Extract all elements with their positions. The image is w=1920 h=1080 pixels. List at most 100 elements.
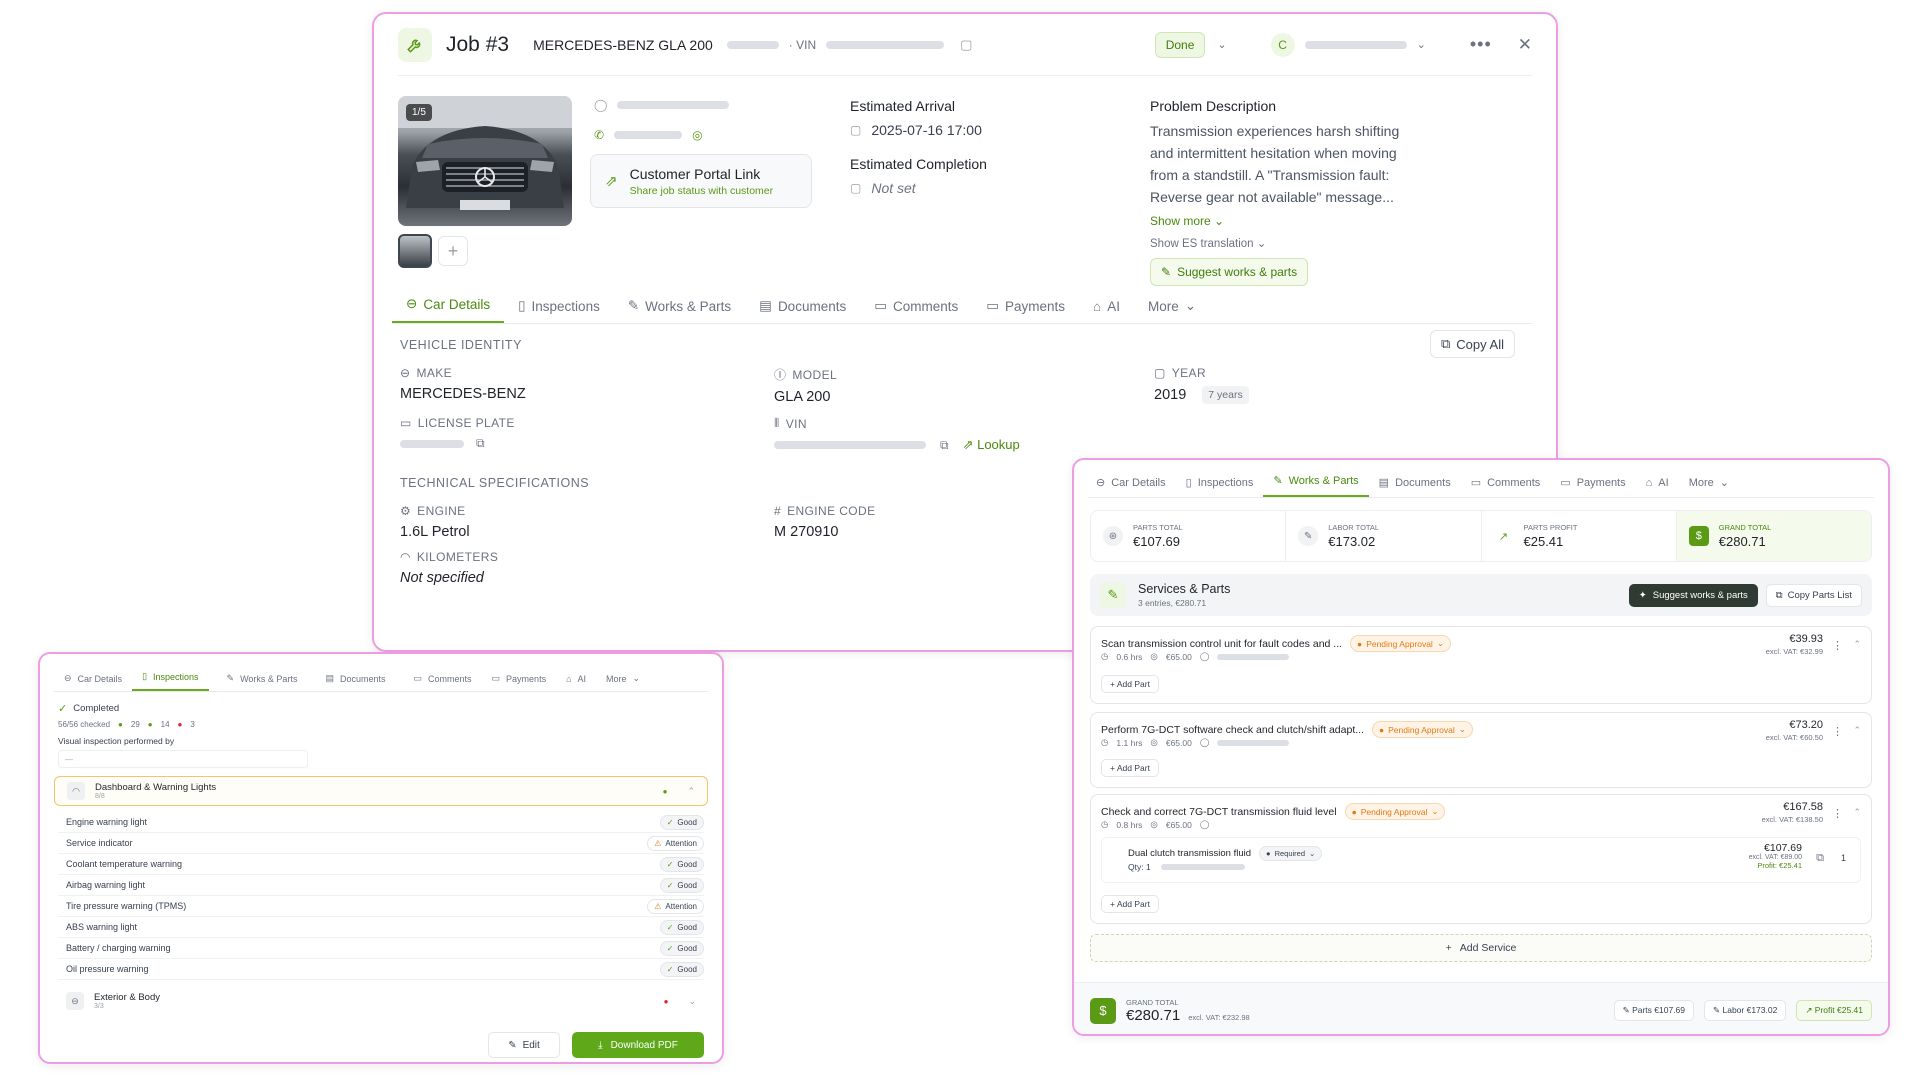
chevron-down-icon[interactable]: ⌄: [1417, 38, 1426, 51]
chevron-up-icon[interactable]: ⌃: [1853, 725, 1861, 736]
tab-payments[interactable]: ▭ Payments: [972, 298, 1079, 323]
lookup-link[interactable]: ⇗ Lookup: [963, 437, 1020, 453]
tab-more[interactable]: More ⌄: [596, 673, 650, 691]
service-item[interactable]: Scan transmission control unit for fault…: [1090, 626, 1872, 704]
tab-documents[interactable]: ▤ Documents: [745, 298, 860, 323]
calendar-icon[interactable]: ▢: [960, 37, 972, 53]
more-options-icon[interactable]: ⋮: [1832, 725, 1843, 738]
inspection-status-badge[interactable]: ⚠ Attention: [647, 898, 704, 914]
engine-code-value: M 270910: [774, 524, 839, 540]
part-item[interactable]: Dual clutch transmission fluid ● Required…: [1101, 837, 1861, 883]
inspection-row[interactable]: Airbag warning light ✓ Good: [58, 875, 704, 896]
suggest-works-button[interactable]: ✎ Suggest works & parts: [1150, 258, 1309, 286]
status-badge[interactable]: ● Pending Approval ⌄: [1344, 803, 1446, 820]
assignee-avatar[interactable]: C: [1270, 32, 1295, 57]
tab-payments[interactable]: ▭ Payments: [482, 673, 557, 691]
tab-works-parts[interactable]: ✎ Works & Parts: [614, 298, 745, 323]
copy-icon[interactable]: ⧉: [940, 438, 949, 453]
tab-comments[interactable]: ▭ Comments: [396, 673, 482, 691]
car-photo[interactable]: 1/5: [398, 96, 572, 226]
edit-button[interactable]: ✎ Edit: [488, 1032, 560, 1058]
check-circle-icon: ✓: [666, 964, 674, 974]
tab-ai[interactable]: ⌂ AI: [1079, 299, 1134, 323]
inspection-row[interactable]: Tire pressure warning (TPMS) ⚠ Attention: [58, 896, 704, 917]
add-photo-button[interactable]: +: [438, 236, 468, 266]
inspection-row[interactable]: ABS warning light ✓ Good: [58, 917, 704, 938]
inspection-status-badge[interactable]: ✓ Good: [659, 940, 704, 956]
show-translation-link[interactable]: Show ES translation ⌄: [1150, 236, 1450, 250]
inspection-status-badge[interactable]: ✓ Good: [659, 814, 704, 830]
status-badge[interactable]: Done: [1154, 31, 1206, 58]
chevron-up-icon[interactable]: ⌃: [1853, 807, 1861, 818]
comment-icon: ▭: [413, 673, 423, 683]
more-options-icon[interactable]: ⋮: [1832, 807, 1843, 820]
inspection-status-badge[interactable]: ✓ Good: [659, 961, 704, 977]
phone-icon[interactable]: ✆: [594, 128, 604, 142]
add-part-button[interactable]: + Add Part: [1101, 759, 1159, 777]
group-dashboard[interactable]: ◠ Dashboard & Warning Lights 8/8 ● ⌃: [54, 776, 708, 806]
inspection-item-name: Battery / charging warning: [66, 943, 171, 953]
more-options-icon[interactable]: •••: [1470, 34, 1492, 55]
clipboard-icon: ▯: [1185, 477, 1192, 489]
required-badge[interactable]: ● Required ⌄: [1259, 846, 1323, 861]
add-service-button[interactable]: + Add Service: [1090, 934, 1872, 962]
performer-input[interactable]: —: [58, 750, 308, 768]
grand-total: $ GRAND TOTAL €280.71: [1676, 511, 1871, 561]
download-pdf-button[interactable]: ⤓ Download PDF: [572, 1032, 704, 1058]
chevron-down-icon[interactable]: ⌄: [688, 996, 696, 1007]
copy-icon[interactable]: ⧉: [1816, 852, 1824, 865]
tab-car-details[interactable]: ⊖ Car Details: [1088, 476, 1176, 497]
inspection-row[interactable]: Coolant temperature warning ✓ Good: [58, 854, 704, 875]
chevron-down-icon[interactable]: ⌄: [1217, 38, 1226, 51]
inspection-row[interactable]: Engine warning light ✓ Good: [58, 812, 704, 833]
tab-works-parts[interactable]: ✎ Works & Parts: [1263, 474, 1369, 497]
tab-inspections[interactable]: ▯ Inspections: [1176, 476, 1264, 497]
tab-payments[interactable]: ▭ Payments: [1550, 476, 1635, 497]
status-badge[interactable]: ● Pending Approval ⌄: [1350, 635, 1451, 652]
suggest-works-button[interactable]: ✦ Suggest works & parts: [1628, 583, 1758, 607]
tab-more[interactable]: More ⌄: [1134, 298, 1210, 323]
tab-car-details[interactable]: ⊖ Car Details: [392, 296, 505, 323]
status-badge[interactable]: ● Pending Approval ⌄: [1372, 721, 1473, 738]
close-icon[interactable]: ✕: [1518, 35, 1532, 55]
tab-inspections[interactable]: ▯ Inspections: [504, 298, 614, 323]
inspection-row[interactable]: Oil pressure warning ✓ Good: [58, 959, 704, 980]
tab-comments[interactable]: ▭ Comments: [1461, 476, 1551, 497]
inspection-status-badge[interactable]: ✓ Good: [659, 877, 704, 893]
engine-icon: ⚙: [400, 504, 412, 518]
chevron-up-icon[interactable]: ⌃: [1853, 639, 1861, 650]
chevron-up-icon[interactable]: ⌃: [687, 786, 695, 797]
add-part-button[interactable]: + Add Part: [1101, 675, 1159, 693]
more-options-icon[interactable]: ⋮: [1832, 639, 1843, 652]
copy-parts-button[interactable]: ⧉ Copy Parts List: [1765, 583, 1862, 607]
inspection-row[interactable]: Battery / charging warning ✓ Good: [58, 938, 704, 959]
customer-name-redacted: [617, 101, 730, 109]
tab-car-details[interactable]: ⊖ Car Details: [54, 673, 132, 691]
customer-portal-link[interactable]: ⇗ Customer Portal Link Share job status …: [590, 154, 812, 208]
service-item[interactable]: Perform 7G-DCT software check and clutch…: [1090, 712, 1872, 788]
tab-works-parts[interactable]: ✎ Works & Parts: [209, 673, 308, 691]
inspection-status-badge[interactable]: ✓ Good: [659, 919, 704, 935]
photo-thumbnail[interactable]: [398, 234, 432, 268]
labor-total: ✎ LABOR TOTAL €173.02: [1286, 511, 1482, 561]
inspection-status-badge[interactable]: ⚠ Attention: [647, 835, 704, 851]
field-year: ▢ YEAR 2019 7 years: [1154, 366, 1249, 404]
tab-documents[interactable]: ▤ Documents: [1369, 476, 1461, 497]
whatsapp-icon[interactable]: ◎: [692, 128, 702, 142]
gauge-icon: ◠: [67, 782, 85, 800]
tab-more[interactable]: More ⌄: [1679, 476, 1739, 497]
tab-inspections[interactable]: ▯ Inspections: [132, 671, 209, 691]
group-exterior[interactable]: ⊖ Exterior & Body 3/3 ● ⌄: [54, 986, 708, 1016]
tab-comments[interactable]: ▭ Comments: [860, 298, 972, 323]
tab-ai[interactable]: ⌂ AI: [556, 674, 596, 691]
inspection-row[interactable]: Service indicator ⚠ Attention: [58, 833, 704, 854]
add-part-button[interactable]: + Add Part: [1101, 895, 1159, 913]
tab-documents[interactable]: ▤ Documents: [307, 673, 395, 691]
copy-icon[interactable]: ⧉: [476, 436, 485, 451]
part-price: €107.69: [1764, 842, 1802, 854]
service-item[interactable]: Check and correct 7G-DCT transmission fl…: [1090, 794, 1872, 924]
show-more-link[interactable]: Show more ⌄: [1150, 214, 1450, 228]
tab-ai[interactable]: ⌂ AI: [1636, 477, 1679, 497]
copy-all-button[interactable]: ⧉ Copy All: [1430, 330, 1515, 358]
inspection-status-badge[interactable]: ✓ Good: [659, 856, 704, 872]
